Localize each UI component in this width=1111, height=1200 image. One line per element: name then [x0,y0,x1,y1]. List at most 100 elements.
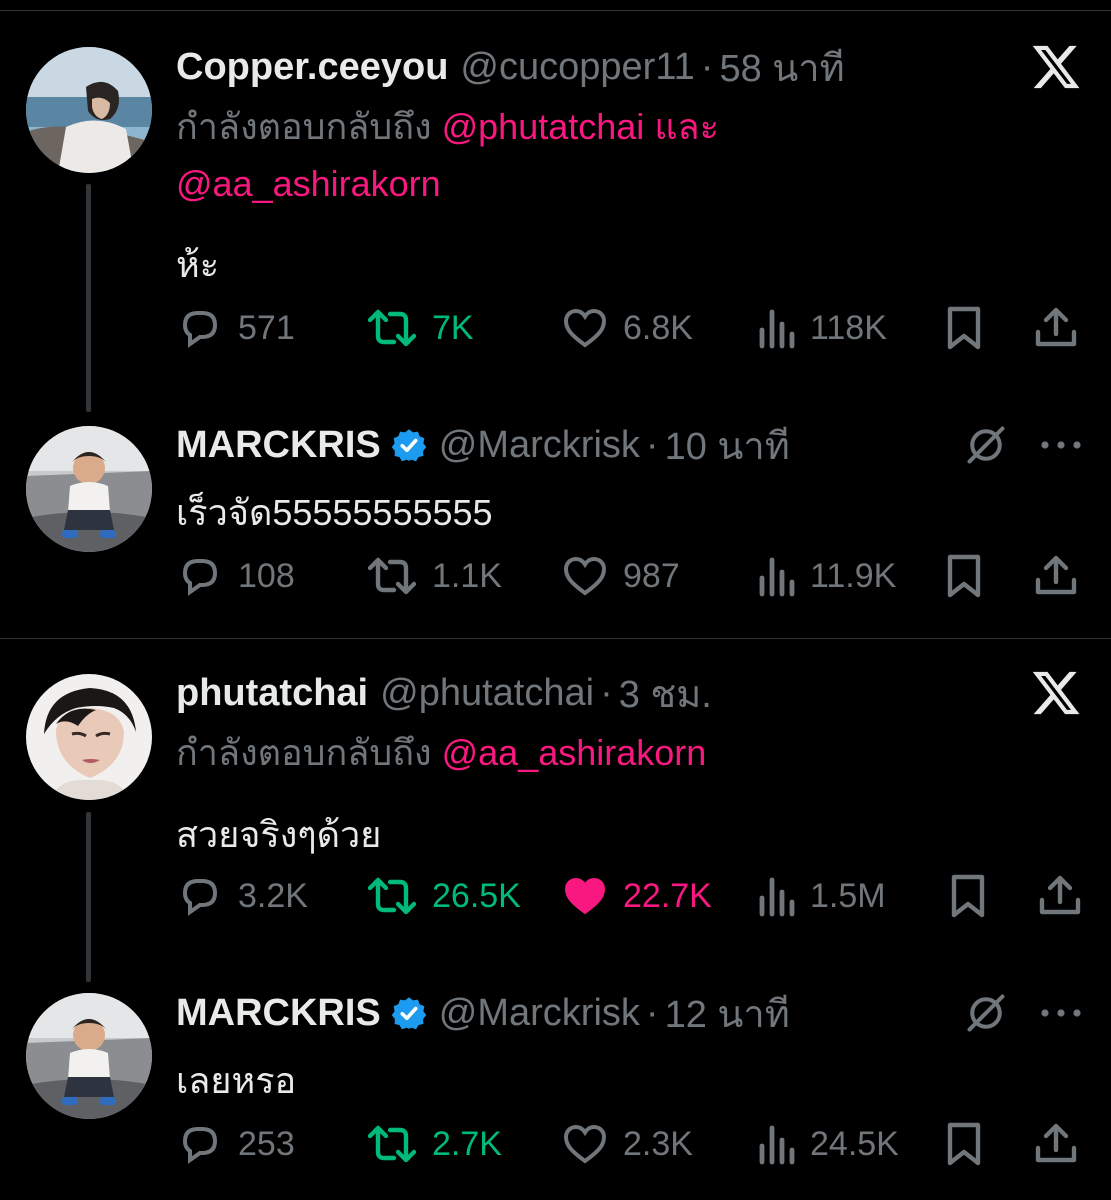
views-button[interactable]: 118K [756,300,887,356]
thread-line [86,812,91,982]
action-bar: 108 1.1K 987 11.9K [176,548,1086,604]
heart-icon [563,308,607,348]
speech-bubble-icon [182,879,218,916]
repost-count: 2.7K [432,1124,502,1163]
replying-to: กำลังตอบกลับถึง @phutatchai และ @aa_ashi… [176,98,876,212]
repost-arrows-icon [367,309,417,347]
repost-arrows-icon [367,877,417,915]
user-handle[interactable]: @Marckrisk [439,424,640,467]
avatar[interactable] [26,993,152,1119]
bar-chart-icon [759,1125,795,1165]
x-logo-icon[interactable] [1030,667,1082,719]
action-bar: 571 7K 6.8K 118K [176,300,1086,356]
thread-line [86,184,91,412]
user-handle[interactable]: @phutatchai [380,672,594,715]
display-name[interactable]: MARCKRIS [176,424,381,467]
like-count: 6.8K [623,308,693,347]
repost-count: 26.5K [432,876,521,915]
timestamp[interactable]: 12 นาที [665,983,790,1044]
action-bar: 3.2K 26.5K 22.7K 1.5M [176,868,1086,924]
replying-conjunction: และ [654,106,719,147]
share-button[interactable] [1032,548,1080,604]
x-logo-icon[interactable] [1030,41,1082,93]
bookmark-icon [947,1122,981,1166]
repost-button[interactable]: 26.5K [366,868,521,924]
like-count: 2.3K [623,1124,693,1163]
action-bar: 253 2.7K 2.3K 24.5K [176,1116,1086,1172]
tweet-text: เลยหรอ [176,1060,297,1101]
tweet-header: Copper.ceeyou @cucopper11 · 58 นาที [176,42,845,92]
like-button[interactable]: 987 [561,548,680,604]
like-button[interactable]: 2.3K [561,1116,693,1172]
views-button[interactable]: 24.5K [756,1116,899,1172]
speech-bubble-icon [182,311,218,348]
tweet-text: สวยจริงๆด้วย [176,814,382,855]
verified-badge-icon [391,997,427,1030]
replying-prefix: กำลังตอบกลับถึง [176,732,432,773]
like-button[interactable]: 22.7K [561,868,712,924]
reply-button[interactable]: 571 [176,300,295,356]
replying-prefix: กำลังตอบกลับถึง [176,106,432,147]
views-count: 11.9K [810,556,897,595]
repost-arrows-icon [367,1125,417,1163]
timestamp[interactable]: 3 ชม. [619,663,712,724]
tweet-text: เร็วจัด55555555555 [176,492,493,533]
heart-icon [563,556,607,596]
reply-button[interactable]: 253 [176,1116,295,1172]
reply-count: 253 [238,1124,295,1163]
views-button[interactable]: 1.5M [756,868,886,924]
repost-button[interactable]: 7K [366,300,474,356]
reply-button[interactable]: 3.2K [176,868,308,924]
speech-bubble-icon [182,1127,218,1164]
mention-link[interactable]: @phutatchai [442,106,645,147]
timestamp[interactable]: 10 นาที [665,415,790,476]
repost-count: 7K [432,308,474,347]
share-button[interactable] [1036,868,1084,924]
separator: · [700,45,714,88]
more-dots-icon[interactable] [1038,1006,1084,1020]
display-name[interactable]: phutatchai [176,672,368,715]
reply-count: 571 [238,308,295,347]
share-upload-icon [1035,555,1077,595]
bookmark-button[interactable] [942,300,986,356]
speech-bubble-icon [182,559,218,596]
avatar[interactable] [26,426,152,552]
verified-badge-icon [391,429,427,462]
bookmark-button[interactable] [942,548,986,604]
share-button[interactable] [1032,300,1080,356]
mention-link[interactable]: @aa_ashirakorn [176,163,441,204]
tweet-divider [0,638,1111,639]
separator: · [645,991,659,1034]
views-count: 1.5M [810,876,886,915]
mention-link[interactable]: @aa_ashirakorn [442,732,707,773]
grok-slash-circle-icon[interactable] [964,991,1008,1035]
repost-button[interactable]: 1.1K [366,548,502,604]
avatar[interactable] [26,47,152,173]
avatar[interactable] [26,674,152,800]
share-upload-icon [1035,1123,1077,1163]
bookmark-button[interactable] [946,868,990,924]
grok-slash-circle-icon[interactable] [964,423,1008,467]
display-name[interactable]: MARCKRIS [176,992,381,1035]
user-handle[interactable]: @Marckrisk [439,992,640,1035]
timestamp[interactable]: 58 นาที [719,37,844,98]
bookmark-icon [951,874,985,918]
repost-button[interactable]: 2.7K [366,1116,502,1172]
display-name[interactable]: Copper.ceeyou [176,46,448,89]
more-dots-icon[interactable] [1038,438,1084,452]
share-button[interactable] [1032,1116,1080,1172]
views-button[interactable]: 11.9K [756,548,896,604]
bookmark-button[interactable] [942,1116,986,1172]
like-button[interactable]: 6.8K [561,300,693,356]
separator: · [645,423,659,466]
tweet-header: MARCKRIS @Marckrisk · 10 นาที [176,420,790,470]
views-count: 24.5K [810,1124,899,1163]
bar-chart-icon [759,877,795,917]
bookmark-icon [947,554,981,598]
bar-chart-icon [759,309,795,349]
reply-button[interactable]: 108 [176,548,295,604]
reply-count: 3.2K [238,876,308,915]
heart-icon [563,1124,607,1164]
bookmark-icon [947,306,981,350]
user-handle[interactable]: @cucopper11 [460,46,694,89]
